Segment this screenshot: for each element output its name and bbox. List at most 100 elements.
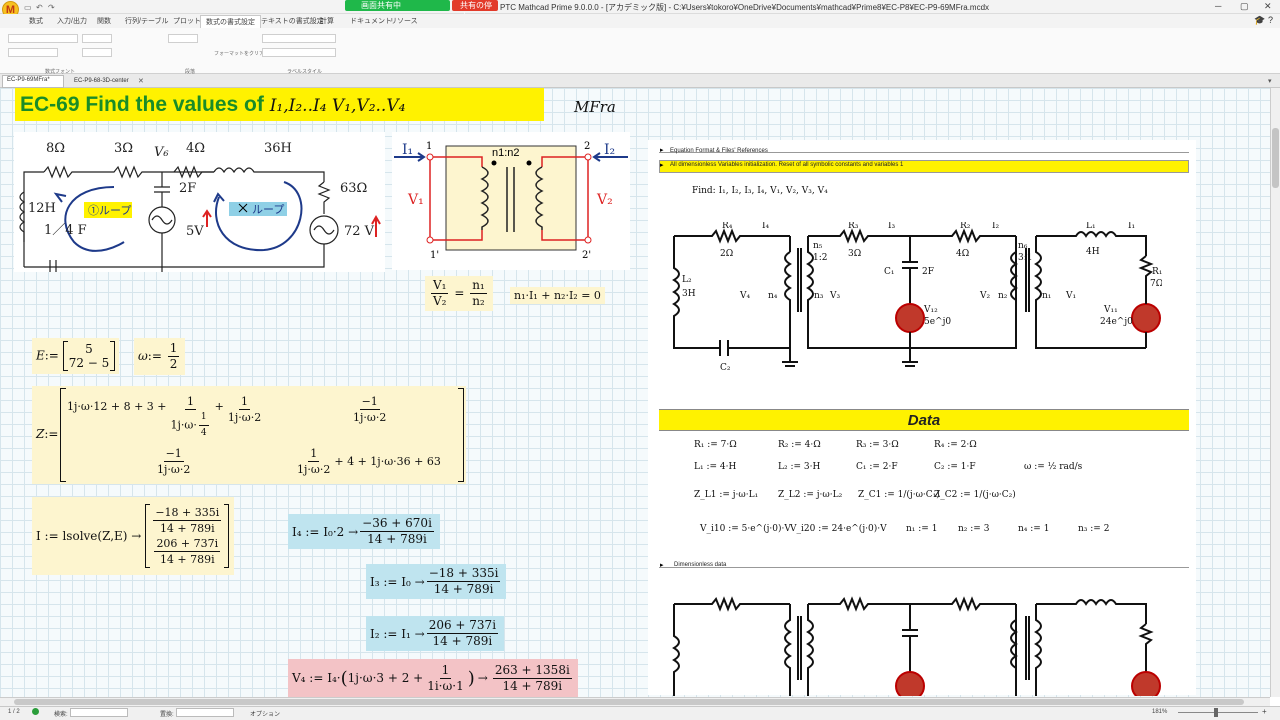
def-r1[interactable]: R₁ := 7·Ω [694, 440, 737, 450]
search-input[interactable] [70, 708, 128, 717]
close-tab-icon[interactable]: ✕ [138, 77, 144, 85]
def-n1[interactable]: n₁ := 1 [906, 524, 937, 534]
label-na: n₆ [1018, 241, 1028, 251]
I-lsolve-definition[interactable]: I := lsolve(Z,E) → −18 + 335i 14 + 789i 2… [32, 497, 234, 575]
label-8ohm: 8Ω [46, 141, 65, 156]
doc-tab-ec69[interactable]: EC-P9-69MFra* [2, 75, 64, 88]
region-header-equation-format[interactable]: Equation Format & Files' References [670, 148, 768, 154]
stop-share-button[interactable]: 共有の停止 [452, 0, 498, 21]
label-node1: 1 [426, 141, 432, 152]
def-zc1[interactable]: Z_C1 := 1/(j·ω·C₁) [858, 490, 940, 500]
label-vi1: V₁₁ [1103, 305, 1118, 315]
maximize-icon[interactable]: ▢ [1240, 1, 1249, 12]
Z-matrix-brackets: 1j·ω·12 + 8 + 3 + 1 1j·ω· 1 4 + 1 1j·ω·2 −1 1… [60, 388, 464, 482]
page-title[interactable]: EC-69 Find the values of I₁,I₂..I₄ V₁,V₂… [15, 88, 544, 121]
font-color-button[interactable] [82, 48, 112, 57]
label-5v: 5V [186, 224, 204, 239]
tab-menu-icon[interactable]: ▾ [1268, 77, 1272, 85]
omega-definition[interactable]: ω:= 12 [134, 338, 186, 375]
Z-r1c2: −1 1j·ω·2 [353, 395, 387, 424]
tab-matrix[interactable]: 行列/テーブル [120, 15, 174, 27]
label-r1: R₁ [1152, 267, 1162, 277]
E-definition[interactable]: E:= 5 72 − 5 [32, 338, 120, 374]
label-c2: C₂ [720, 363, 731, 373]
def-n4[interactable]: n₄ := 1 [1018, 524, 1049, 534]
def-l2[interactable]: L₂ := 3·H [778, 462, 820, 472]
region-header-dimensionless[interactable]: Dimensionless data [674, 562, 726, 568]
zoom-in-icon[interactable]: + [1262, 707, 1267, 716]
vertical-scrollbar[interactable] [1270, 88, 1280, 697]
def-r3[interactable]: R₃ := 3·Ω [856, 440, 899, 450]
def-omega[interactable]: ω := ½ rad/s [1024, 462, 1082, 472]
tab-math-format[interactable]: 数式の書式設定 [200, 15, 261, 28]
collapse-icon-2[interactable]: ▸ [660, 161, 664, 169]
label-3ohm: 3Ω [848, 249, 861, 259]
align-buttons[interactable] [168, 34, 198, 43]
I3-result[interactable]: I₃ := I₀ → −18 + 335i 14 + 789i [366, 564, 507, 599]
def-n2[interactable]: n₂ := 3 [958, 524, 989, 534]
help-icon[interactable]: ? [1268, 15, 1273, 25]
def-zc2[interactable]: Z_C2 := 1/(j·ω·C₂) [934, 490, 1016, 500]
circuit-diagram-right: R₄ 2Ω I₄ R₃ 3Ω I₃ R₂ 4Ω I₂ L₁ 4H I₁ L₂ 3… [662, 221, 1163, 374]
I4-result[interactable]: I₄ := I₀·2 → −36 + 670i 14 + 789i [288, 514, 440, 549]
label-style-options[interactable] [262, 48, 336, 57]
undo-icon[interactable]: ↶ [36, 3, 43, 12]
def-r4[interactable]: R₄ := 2·Ω [934, 440, 977, 450]
doc-tab-ec68[interactable]: EC-P9-68-3D-center [70, 77, 133, 85]
collapse-icon-3[interactable]: ▸ [660, 561, 664, 569]
V4-result[interactable]: V₄ := I₄·(1j·ω·3 + 2 + 1 1i·ω·1) → 263 + … [288, 659, 578, 697]
loop1-label: ①ループ [88, 204, 131, 217]
zoom-slider[interactable] [1178, 712, 1258, 713]
label-i1: I₁ [402, 142, 413, 158]
label-nb: n₅ [813, 241, 823, 251]
screen-share-indicator[interactable]: 画面共有中 [345, 0, 450, 11]
scrollbar-thumb[interactable] [1272, 128, 1279, 188]
collapse-icon[interactable]: ▸ [660, 146, 664, 154]
tab-io[interactable]: 入力/出力 [52, 15, 92, 27]
label-n1: n₁ [1042, 291, 1051, 301]
def-zl2[interactable]: Z_L2 := j·ω·L₂ [778, 490, 842, 500]
save-icon[interactable]: ▭ [24, 3, 32, 12]
close-icon[interactable]: ✕ [1264, 1, 1272, 12]
current-relation-equation[interactable]: n₁·I₁ + n₂·I₂ = 0 [510, 287, 605, 304]
I2-result[interactable]: I₂ := I₁ → 206 + 737i 14 + 789i [366, 616, 505, 651]
def-vi10[interactable]: V_i10 := 5·e^(j·0)·V [700, 524, 791, 534]
def-zl1[interactable]: Z_L1 := j·ω·L₁ [694, 490, 758, 500]
label-style-select[interactable] [262, 34, 336, 43]
def-n3[interactable]: n₃ := 2 [1078, 524, 1109, 534]
minimize-icon[interactable]: ─ [1215, 1, 1221, 11]
def-c2[interactable]: C₂ := 1·F [934, 462, 976, 472]
ratio-equation[interactable]: V₁ V₂ = n₁ n₂ [425, 276, 493, 311]
zoom-slider-thumb[interactable] [1214, 708, 1218, 717]
tab-functions[interactable]: 関数 [92, 15, 116, 27]
options-button[interactable]: オプション [250, 709, 280, 718]
author-label: MFra [574, 98, 616, 116]
def-r2[interactable]: R₂ := 4·Ω [778, 440, 821, 450]
horizontal-scrollbar[interactable] [0, 697, 1270, 706]
def-c1[interactable]: C₁ := 2·F [856, 462, 898, 472]
tab-calculation[interactable]: 計算 [315, 15, 339, 27]
label-3h: 3H [682, 289, 696, 299]
horizontal-scrollbar-thumb[interactable] [14, 699, 1244, 705]
Z-r1c1: 1j·ω·12 + 8 + 3 + 1 1j·ω· 1 4 + 1 1j·ω·2 [67, 395, 262, 438]
font-size-select[interactable] [82, 34, 112, 43]
loop2-label: ループ [252, 203, 284, 216]
label-ratio-12: 1:2 [813, 253, 827, 263]
data-section-header[interactable]: Data [659, 409, 1189, 431]
clear-format-button[interactable]: フォーマットをクリア [214, 50, 264, 57]
label-n4: n₄ [768, 291, 778, 301]
graduation-cap-icon[interactable]: 🎓 [1254, 15, 1265, 26]
def-l1[interactable]: L₁ := 4·H [694, 462, 736, 472]
font-family-select[interactable] [8, 34, 78, 43]
font-style-buttons[interactable] [8, 48, 58, 57]
def-vi20[interactable]: V_i20 := 24·e^(j·0)·V [790, 524, 887, 534]
tab-resources[interactable]: リソース [385, 15, 423, 27]
Z-definition[interactable]: Z:= 1j·ω·12 + 8 + 3 + 1 1j·ω· 1 4 + 1 1j·ω·2… [32, 386, 466, 484]
tab-math[interactable]: 数式 [24, 15, 48, 27]
replace-input[interactable] [176, 708, 234, 717]
replace-label: 置換: [160, 712, 174, 718]
label-quarter-f: 1／4 F [44, 223, 87, 238]
redo-icon[interactable]: ↷ [48, 3, 55, 12]
label-36h: 36H [264, 141, 292, 156]
region-header-initialization[interactable]: All dimensionless Variables initializati… [670, 162, 903, 168]
